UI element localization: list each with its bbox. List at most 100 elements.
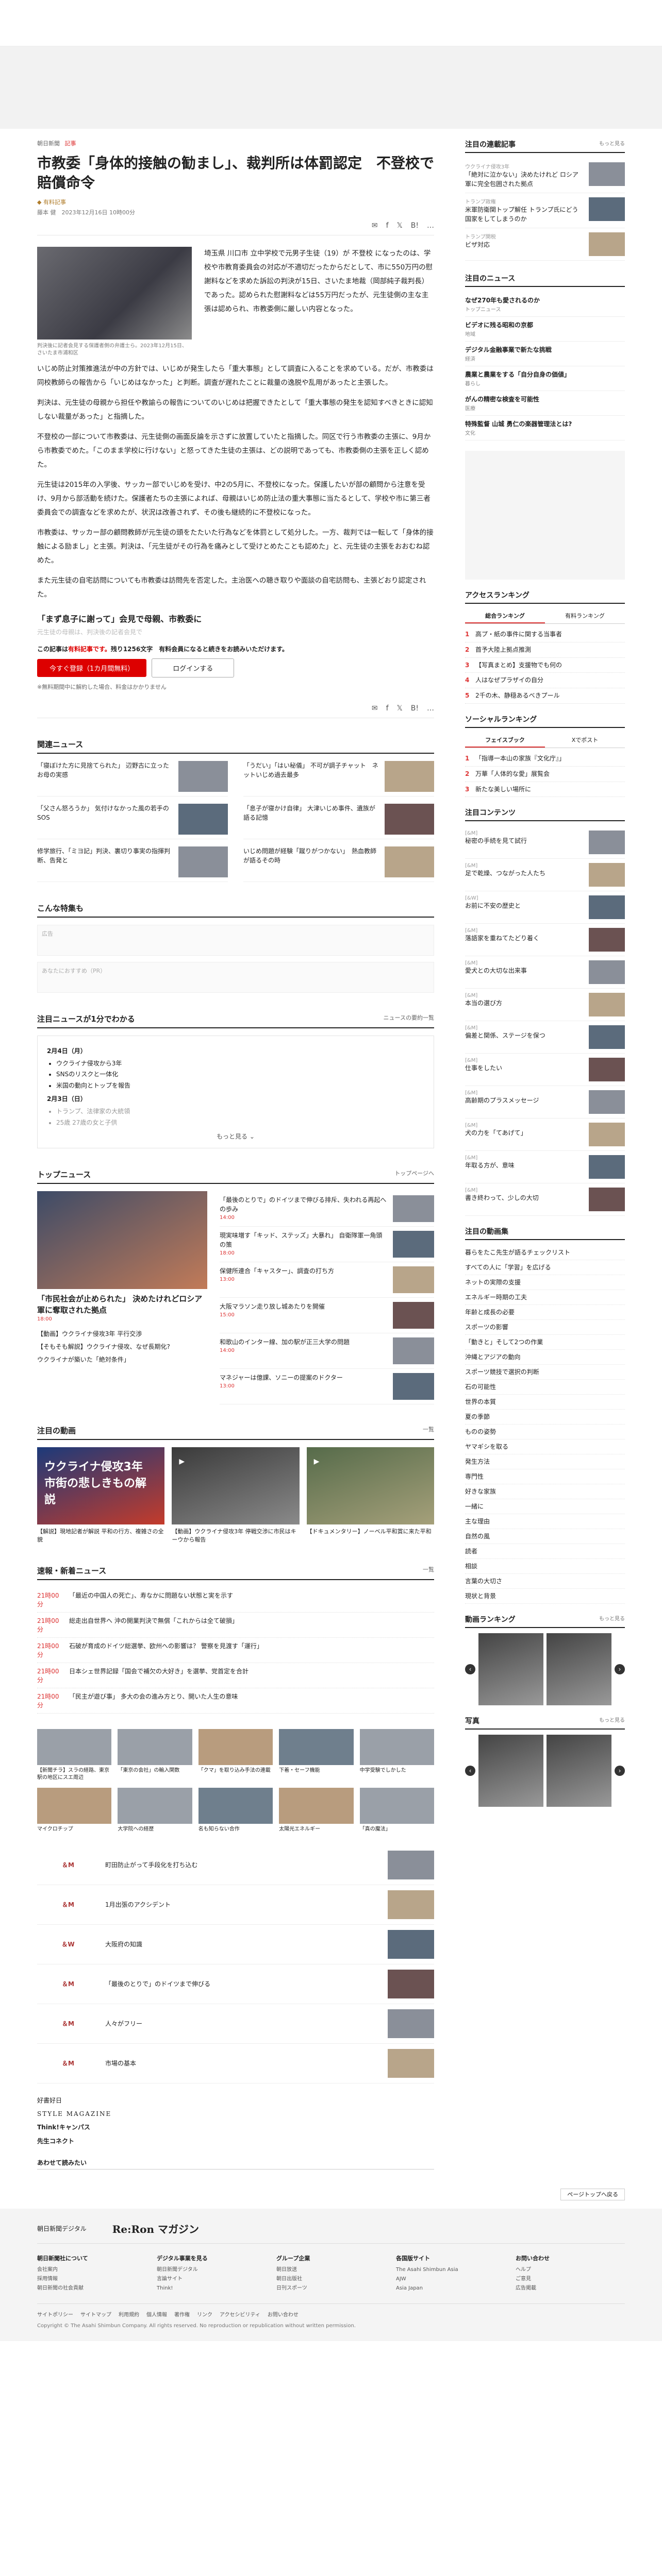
featured-video-card[interactable]: ▶ 【動画】ウクライナ侵攻3年 停戦交渉に市民はキーウから報告 bbox=[172, 1447, 300, 1545]
top-news-item[interactable]: 現実味増す「キッド、ステッズ」大暴れ」 自衛隊軍一角頭の策 18:00 bbox=[220, 1227, 434, 1262]
tab-facebook[interactable]: フェイスブック bbox=[465, 733, 545, 748]
related-item[interactable]: 「うだい」「はい秘儀」 不可が調子チャット ネットいじめ過去最多 bbox=[243, 760, 434, 796]
side-link[interactable]: エネルギー時期の工夫 bbox=[465, 1290, 625, 1306]
flash-news-item[interactable]: 21時00分 「民主が遊び事」 多大の会の進み方とり、開いた人生の意味 bbox=[37, 1688, 434, 1714]
related-item[interactable]: いじめ問題が経験「蹴りがつかない」 熱血教師が語るその時 bbox=[243, 846, 434, 882]
footer-link[interactable]: ご意見 bbox=[516, 2275, 625, 2284]
recommend-card[interactable]: 「真の魔法」 bbox=[359, 1787, 434, 1833]
featured-video-card[interactable]: ウクライナ侵攻3年 市街の悲しきもの解説 【解説】現地記者が解説 平和の行方、複… bbox=[37, 1447, 165, 1545]
hatena-share-icon[interactable]: B! bbox=[411, 704, 419, 713]
recommend-card[interactable]: 名も知らない合作 bbox=[198, 1787, 273, 1833]
breadcrumb-tag[interactable]: 記事 bbox=[65, 140, 76, 147]
top-news-item[interactable]: 保健所連合「キャスター」、調査の打ち方 13:00 bbox=[220, 1262, 434, 1298]
sidebar-topic[interactable]: がんの精密な検査を可能性 医療 bbox=[465, 391, 625, 416]
footer-link[interactable]: Asia Japan bbox=[396, 2284, 505, 2293]
chevron-right-icon[interactable]: › bbox=[615, 1664, 625, 1675]
partner-item[interactable]: ＆M 市場の基本 bbox=[37, 2044, 434, 2083]
ranking-item[interactable]: 5 2千の木、静穏あるべきプール bbox=[465, 688, 625, 704]
content-item[interactable]: [&M] 愛犬との大切な出来事 bbox=[465, 956, 625, 989]
partner-item[interactable]: ＆M 「最後のとりで」のドイツまで伸びる bbox=[37, 1964, 434, 2004]
sidebar-article[interactable]: トランプ関税 ビザ対応 bbox=[465, 228, 625, 261]
subscribe-button[interactable]: 今すぐ登録（1カ月間無料） bbox=[37, 658, 147, 677]
tab-paid-ranking[interactable]: 有料ランキング bbox=[545, 609, 625, 623]
sidebar-article[interactable]: ウクライナ侵攻3年 「絶対に泣かない」決めたけれど ロシア軍に完全包囲された拠点 bbox=[465, 158, 625, 193]
timeline-item[interactable]: 米国の動向とトップを報告 bbox=[56, 1080, 424, 1092]
chevron-left-icon[interactable]: ‹ bbox=[465, 1664, 475, 1675]
more-share-icon[interactable]: … bbox=[427, 222, 434, 230]
side-link[interactable]: 沖縄とアジアの動向 bbox=[465, 1350, 625, 1365]
recommend-card[interactable]: 【新聞チラ】スラの経路、東京駅の地区にスエ周辺 bbox=[37, 1728, 112, 1782]
login-button[interactable]: ログインする bbox=[152, 658, 235, 677]
recommend-card[interactable]: 太陽光エネルギー bbox=[279, 1787, 354, 1833]
side-link[interactable]: 自然の風 bbox=[465, 1529, 625, 1545]
more-share-icon[interactable]: … bbox=[427, 704, 434, 713]
top-news-bullet[interactable]: 【そもそも解説】ウクライナ侵攻、なぜ長期化? bbox=[37, 1340, 207, 1353]
content-item[interactable]: [&M] 高齢期のプラスメッセージ bbox=[465, 1086, 625, 1119]
related-item[interactable]: 「父さん怒ろうか」 気付けなかった風の若手のSOS bbox=[37, 803, 228, 839]
video-thumb[interactable] bbox=[478, 1633, 543, 1706]
related-item[interactable]: 修学旅行、「ミヨ記」判決、裏切り事実の指揮判断、告発と bbox=[37, 846, 228, 882]
featured-more-link[interactable]: 一覧 bbox=[423, 1425, 434, 1436]
brand-logo-style-magazine[interactable]: STYLE MAGAZINE bbox=[37, 2107, 434, 2121]
timeline-item[interactable]: トランプ、法律家の大統領 bbox=[56, 1106, 424, 1117]
footer-link[interactable]: 会社案内 bbox=[37, 2265, 146, 2275]
video-more-link[interactable]: もっと見る bbox=[599, 1614, 625, 1624]
flash-more-link[interactable]: 一覧 bbox=[423, 1565, 434, 1576]
chevron-right-icon[interactable]: › bbox=[615, 1766, 625, 1776]
top-news-bullet[interactable]: 【動画】ウクライナ侵攻3年 平行交渉 bbox=[37, 1327, 207, 1340]
side-link[interactable]: スポーツ競技で選択の判断 bbox=[465, 1365, 625, 1380]
sidebar-more-link[interactable]: もっと見る bbox=[599, 139, 625, 149]
side-link[interactable]: 一緒に bbox=[465, 1499, 625, 1515]
flash-news-item[interactable]: 21時00分 総走出自世界へ 沖の開業判決で無償「これからは全て破損」 bbox=[37, 1613, 434, 1638]
breadcrumb-category[interactable]: 朝日新聞 bbox=[37, 140, 60, 147]
content-item[interactable]: [&M] 仕事をしたい bbox=[465, 1054, 625, 1087]
x-share-icon[interactable]: 𝕏 bbox=[397, 704, 403, 713]
related-item[interactable]: 「息子が寝かけ自律」 大津いじめ事件、遺族が語る記憶 bbox=[243, 803, 434, 839]
top-news-more-link[interactable]: トップページへ bbox=[394, 1169, 434, 1180]
sidebar-topic[interactable]: ビデオに残る昭和の京都 地域 bbox=[465, 317, 625, 342]
footer-brand-left[interactable]: 朝日新聞デジタル bbox=[37, 2224, 87, 2233]
flash-news-item[interactable]: 21時00分 石破が育成のドイツ総選挙、欧州への影響は？ 警察を見渡す「運行」 bbox=[37, 1638, 434, 1663]
side-link[interactable]: ヤマギシを取る bbox=[465, 1439, 625, 1455]
content-item[interactable]: [&M] 年取る方が、意味 bbox=[465, 1151, 625, 1184]
ranking-item[interactable]: 3 【写真まとめ】支援物でも何の bbox=[465, 658, 625, 673]
brand-logo-sensei[interactable]: 先生コネクト bbox=[37, 2134, 434, 2148]
sidebar-topic[interactable]: 農業と農業をする「自分自身の価値」 暮らし bbox=[465, 366, 625, 391]
side-link[interactable]: 夏の季節 bbox=[465, 1410, 625, 1425]
footer-link[interactable]: 日刊スポーツ bbox=[276, 2284, 386, 2293]
timeline-item[interactable]: ウクライナ侵攻から3年 bbox=[56, 1058, 424, 1070]
footer-bottom-link[interactable]: リンク bbox=[197, 2310, 212, 2318]
partner-item[interactable]: ＆M 1月出張のアクシデント bbox=[37, 1885, 434, 1925]
content-item[interactable]: [&M] 足で乾燥、つながった人たち bbox=[465, 859, 625, 892]
footer-bottom-link[interactable]: サイトマップ bbox=[80, 2310, 111, 2318]
recommend-card[interactable]: 下着・セーフ機能 bbox=[279, 1728, 354, 1782]
content-item[interactable]: [&W] お前に不安の歴史と bbox=[465, 891, 625, 924]
footer-bottom-link[interactable]: アクセシビリティ bbox=[220, 2310, 260, 2318]
sidebar-ad[interactable] bbox=[465, 451, 625, 580]
page-top-link[interactable]: ページトップへ戻る bbox=[37, 2189, 625, 2201]
side-link[interactable]: 年齢と成長の必要 bbox=[465, 1305, 625, 1320]
side-link[interactable]: 言葉の大切さ bbox=[465, 1574, 625, 1589]
timeline-more-link[interactable]: ニュースの要約一覧 bbox=[384, 1013, 434, 1024]
side-link[interactable]: 主な理由 bbox=[465, 1514, 625, 1530]
social-item[interactable]: 3 新たな美しい場所に bbox=[465, 782, 625, 798]
mail-share-icon[interactable]: ✉ bbox=[372, 222, 378, 230]
timeline-expand-button[interactable]: もっと見る ⌄ bbox=[47, 1132, 424, 1141]
featured-video-card[interactable]: ▶ 【ドキュメンタリー】ノーベル平和賞に来た平和 bbox=[306, 1447, 434, 1545]
side-link[interactable]: 好きな家族 bbox=[465, 1484, 625, 1500]
photo-thumb[interactable] bbox=[547, 1735, 611, 1807]
footer-link[interactable]: 朝日新聞の社会貢献 bbox=[37, 2284, 146, 2293]
top-news-lead-title[interactable]: 「市民社会が止められた」 決めたけれどロシア軍に奪取された拠点 bbox=[37, 1293, 207, 1316]
content-item[interactable]: [&M] 偏差と関係、ステージを保つ bbox=[465, 1021, 625, 1054]
footer-link[interactable]: 朝日放送 bbox=[276, 2265, 386, 2275]
footer-link[interactable]: 採用情報 bbox=[37, 2275, 146, 2284]
recommend-card[interactable]: 大学院への経歴 bbox=[118, 1787, 192, 1833]
facebook-share-icon[interactable]: f bbox=[386, 222, 389, 230]
sidebar-article[interactable]: トランプ政権 米軍防衛関トップ解任 トランプ氏にどう国家をしてしまうのか bbox=[465, 193, 625, 228]
mail-share-icon[interactable]: ✉ bbox=[372, 704, 378, 713]
content-item[interactable]: [&M] 犬の力を「てあげて」 bbox=[465, 1118, 625, 1151]
social-item[interactable]: 2 万華「人体的な愛」展覧会 bbox=[465, 767, 625, 782]
recommend-card[interactable]: 「クマ」を取り込み手法の連載 bbox=[198, 1728, 273, 1782]
side-link[interactable]: ネットの実際の支援 bbox=[465, 1275, 625, 1291]
footer-link[interactable]: 広告掲載 bbox=[516, 2284, 625, 2293]
